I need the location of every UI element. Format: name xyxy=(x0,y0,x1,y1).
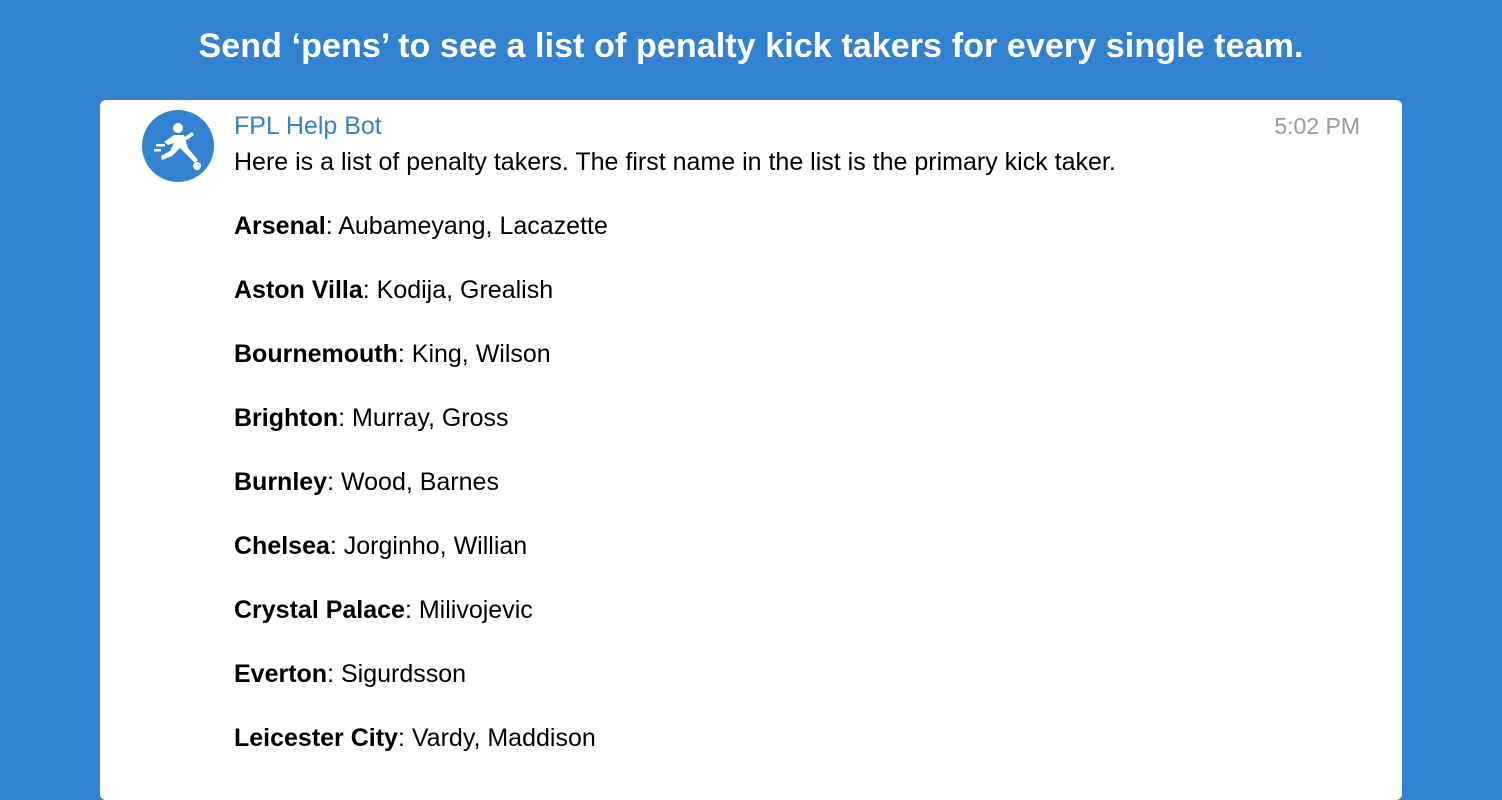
team-row-everton: Everton: Sigurdsson xyxy=(234,660,608,724)
team-takers: : Jorginho, Willian xyxy=(329,532,528,560)
message-intro: Here is a list of penalty takers. The fi… xyxy=(234,148,1116,176)
team-row-leicester-city: Leicester City: Vardy, Maddison xyxy=(234,724,608,788)
team-takers: : Vardy, Maddison xyxy=(397,724,596,752)
team-takers: : Wood, Barnes xyxy=(327,468,499,496)
header-banner: Send ‘pens’ to see a list of penalty kic… xyxy=(0,0,1502,100)
banner-text: Send ‘pens’ to see a list of penalty kic… xyxy=(198,27,1304,65)
team-name: Everton xyxy=(234,660,328,688)
team-takers: : Milivojevic xyxy=(404,596,533,624)
team-name: Leicester City xyxy=(234,724,398,752)
team-name: Burnley xyxy=(234,468,328,496)
team-row-chelsea: Chelsea: Jorginho, Willian xyxy=(234,532,608,596)
team-takers: : King, Wilson xyxy=(397,340,551,368)
team-name: Arsenal xyxy=(234,212,326,240)
team-name: Bournemouth xyxy=(234,340,398,368)
team-name: Aston Villa xyxy=(234,276,363,304)
team-row-burnley: Burnley: Wood, Barnes xyxy=(234,468,608,532)
team-row-bournemouth: Bournemouth: King, Wilson xyxy=(234,340,608,404)
penalty-takers-list: Arsenal: Aubameyang, Lacazette Aston Vil… xyxy=(234,212,608,788)
team-row-brighton: Brighton: Murray, Gross xyxy=(234,404,608,468)
team-name: Chelsea xyxy=(234,532,330,560)
team-name: Brighton xyxy=(234,404,339,432)
team-takers: : Murray, Gross xyxy=(338,404,509,432)
team-takers: : Aubameyang, Lacazette xyxy=(325,212,608,240)
team-row-aston-villa: Aston Villa: Kodija, Grealish xyxy=(234,276,608,340)
penalty-kicker-icon xyxy=(154,123,201,170)
team-row-arsenal: Arsenal: Aubameyang, Lacazette xyxy=(234,212,608,276)
sender-name[interactable]: FPL Help Bot xyxy=(234,112,382,141)
message-timestamp: 5:02 PM xyxy=(1274,113,1360,139)
bot-avatar[interactable] xyxy=(142,110,214,182)
message-card: FPL Help Bot 5:02 PM Here is a list of p… xyxy=(100,100,1402,800)
team-row-crystal-palace: Crystal Palace: Milivojevic xyxy=(234,596,608,660)
team-takers: : Sigurdsson xyxy=(327,660,467,688)
team-name: Crystal Palace xyxy=(234,596,405,624)
team-takers: : Kodija, Grealish xyxy=(362,276,554,304)
